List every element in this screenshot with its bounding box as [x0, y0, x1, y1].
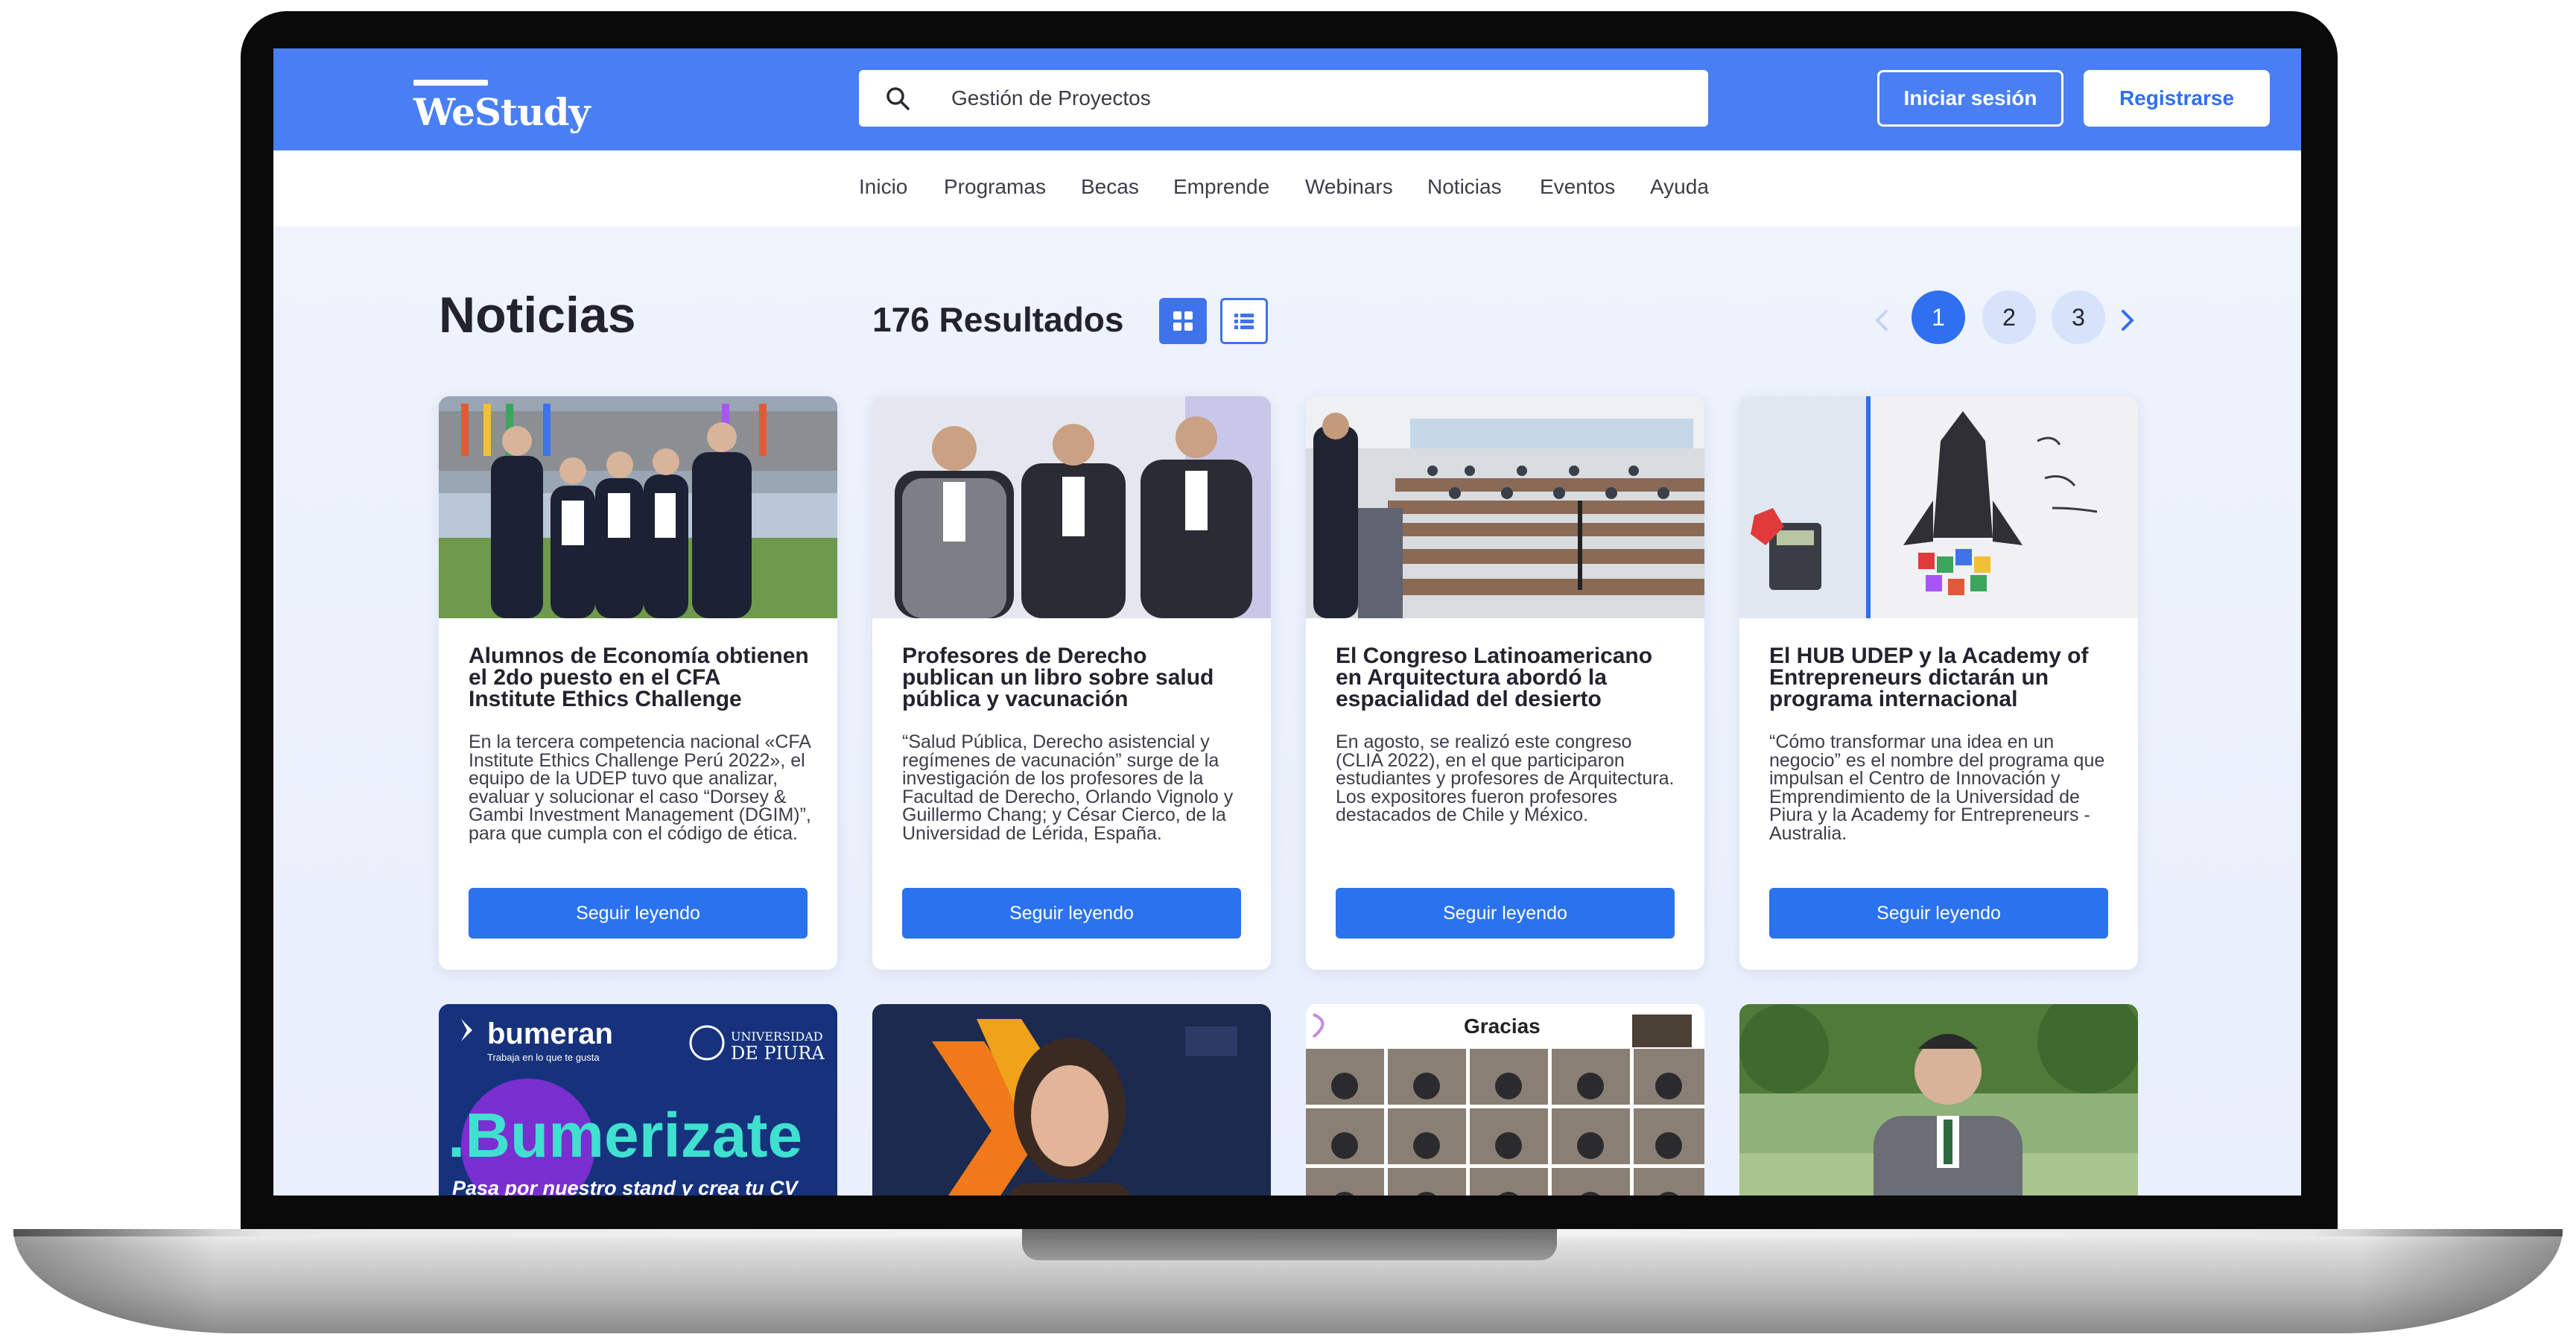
- nav-item-becas[interactable]: Becas: [1081, 175, 1139, 199]
- nav-item-ayuda[interactable]: Ayuda: [1650, 175, 1709, 199]
- read-more-button[interactable]: Seguir leyendo: [902, 888, 1241, 939]
- logo-text: WeStudy: [413, 90, 590, 134]
- card-title[interactable]: El HUB UDEP y la Academy of Entrepreneur…: [1769, 645, 2112, 711]
- chevron-left-icon[interactable]: [1868, 305, 1897, 335]
- card-excerpt: En la tercera competencia nacional «CFA …: [469, 731, 811, 844]
- read-more-button[interactable]: Seguir leyendo: [1769, 888, 2108, 939]
- read-more-button[interactable]: Seguir leyendo: [1336, 888, 1675, 939]
- logo-bar: [413, 80, 488, 86]
- card-excerpt: “Cómo transformar una idea en un negocio…: [1769, 731, 2105, 844]
- grid-view-button[interactable]: [1159, 298, 1207, 344]
- top-bar: WeStudy Gestión de Proyectos Iniciar ses…: [273, 48, 2301, 150]
- nav-item-eventos[interactable]: Eventos: [1540, 175, 1615, 199]
- page-title: Noticias: [439, 287, 636, 343]
- laptop-hinge-notch: [1022, 1229, 1557, 1260]
- list-view-icon: [1234, 314, 1254, 329]
- news-photo-professors[interactable]: [872, 396, 1271, 618]
- search-icon: [886, 87, 910, 110]
- card-title[interactable]: Profesores de Derecho publican un libro …: [902, 645, 1245, 711]
- search-value: Gestión de Proyectos: [951, 86, 1151, 109]
- card-excerpt: “Salud Pública, Derecho asistencial y re…: [902, 731, 1234, 844]
- results-count: 176 Resultados: [872, 300, 1124, 339]
- login-button[interactable]: Iniciar sesión: [1877, 70, 2063, 127]
- nav-item-programas[interactable]: Programas: [944, 175, 1046, 199]
- card-title[interactable]: El Congreso Latinoamericano en Arquitect…: [1336, 645, 1678, 711]
- bumerizate-headline: .Bumerizate: [448, 1100, 803, 1170]
- news-card: Profesores de Derecho publican un libro …: [872, 396, 1271, 970]
- grid-view-icon: [1173, 311, 1193, 331]
- udep-big: DE PIURA: [731, 1043, 825, 1064]
- bumeran-brand: bumeran: [487, 1017, 613, 1050]
- news-card: Alumnos de Economía obtienen el 2do pues…: [439, 396, 837, 970]
- search-input[interactable]: Gestión de Proyectos: [859, 70, 1708, 127]
- news-card: El Congreso Latinoamericano en Arquitect…: [1306, 396, 1704, 970]
- page-3-button[interactable]: 3: [2052, 290, 2105, 344]
- register-button[interactable]: Registrarse: [2084, 70, 2270, 127]
- news-section: Noticias 176 Resultados 1 2 3 Alumnos de…: [273, 226, 2301, 1196]
- nav-item-noticias[interactable]: Noticias: [1427, 175, 1502, 199]
- news-photo-whiteboard[interactable]: [1739, 396, 2138, 618]
- webinar-photo: [872, 1004, 1271, 1196]
- page-1-button[interactable]: 1: [1912, 290, 1965, 344]
- news-card: El HUB UDEP y la Academy of Entrepreneur…: [1739, 396, 2138, 970]
- browser-screen: WeStudy Gestión de Proyectos Iniciar ses…: [273, 48, 2301, 1196]
- news-card-portrait[interactable]: [1739, 1004, 2138, 1196]
- bumerizate-sub: Pasa por nuestro stand y crea tu CV idea…: [452, 1177, 798, 1196]
- news-card-bumeran[interactable]: bumeran Trabaja en lo que te gusta UNIVE…: [439, 1004, 837, 1196]
- news-photo-auditorium[interactable]: [1306, 396, 1704, 618]
- westudy-logo[interactable]: WeStudy: [413, 80, 592, 134]
- chevron-right-icon[interactable]: [2112, 305, 2142, 335]
- news-photo-students[interactable]: [439, 396, 837, 618]
- main-nav: Inicio Programas Becas Emprende Webinars…: [273, 150, 2301, 226]
- page-2-button[interactable]: 2: [1982, 290, 2036, 344]
- udep-small: UNIVERSIDAD: [731, 1029, 823, 1044]
- read-more-button[interactable]: Seguir leyendo: [469, 888, 808, 939]
- portrait-photo: [1739, 1004, 2138, 1196]
- nav-item-webinars[interactable]: Webinars: [1305, 175, 1393, 199]
- news-card-zoom[interactable]: Gracias: [1306, 1004, 1704, 1196]
- card-excerpt: En agosto, se realizó este congreso (CLI…: [1336, 731, 1675, 825]
- bumeran-tagline: Trabaja en lo que te gusta: [487, 1052, 600, 1063]
- news-card-webinar[interactable]: [872, 1004, 1271, 1196]
- nav-item-emprende[interactable]: Emprende: [1173, 175, 1269, 199]
- list-view-button[interactable]: [1220, 298, 1268, 344]
- card-title[interactable]: Alumnos de Economía obtienen el 2do pues…: [469, 645, 811, 711]
- gracias-heading: Gracias: [1464, 1015, 1541, 1038]
- nav-item-inicio[interactable]: Inicio: [859, 175, 907, 199]
